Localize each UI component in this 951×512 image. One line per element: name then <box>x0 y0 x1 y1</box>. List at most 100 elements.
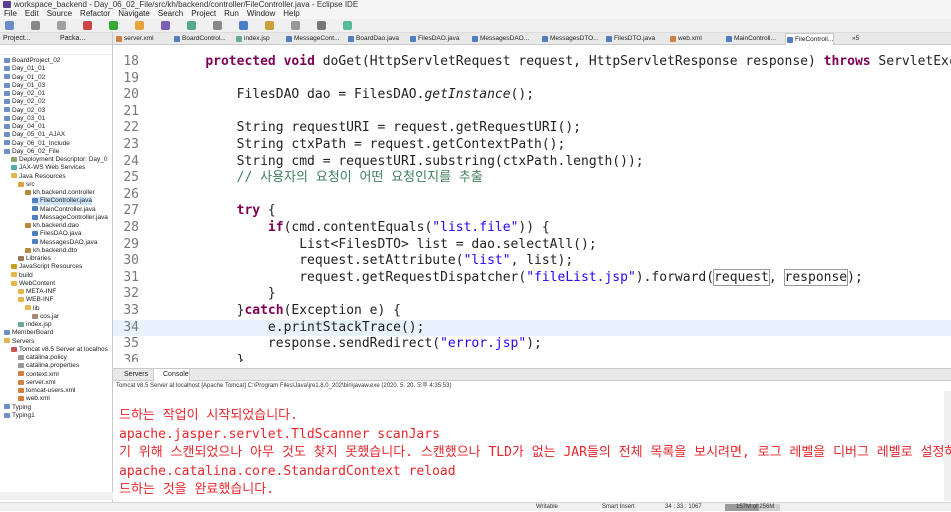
tree-item[interactable]: Day_04_01 <box>4 123 45 131</box>
editor-tab[interactable]: MessagesDTO... <box>541 33 599 45</box>
menu-search[interactable]: Search <box>154 9 187 19</box>
tree-item[interactable]: Day_05_01_AJAX <box>4 131 65 139</box>
toolbar-button[interactable] <box>343 21 352 30</box>
tree-item[interactable]: Deployment Descriptor: Day_0 <box>11 156 108 164</box>
code-line[interactable]: 33 }catch(Exception e) { <box>113 303 951 319</box>
menu-source[interactable]: Source <box>43 9 76 19</box>
code-line[interactable]: 19 <box>113 71 951 87</box>
tree-item[interactable]: build <box>11 272 33 280</box>
editor-tab[interactable]: BoardDao.java <box>347 33 399 45</box>
code-line[interactable]: 27 try { <box>113 203 951 219</box>
tree-item[interactable]: Tomcat v8.5 Server at localhos <box>11 346 108 354</box>
console-output[interactable]: 드하는 작업이 시작되었습니다. apache.jasper.servlet.Tl… <box>113 391 951 501</box>
code-line[interactable]: 31 request.getRequestDispatcher("fileLis… <box>113 268 951 286</box>
menu-edit[interactable]: Edit <box>21 9 43 19</box>
tree-item[interactable]: Day_06_02_File <box>4 148 59 156</box>
tab-console[interactable]: Console <box>153 369 190 381</box>
tree-item[interactable]: Day_02_03 <box>4 107 45 115</box>
menu-run[interactable]: Run <box>220 9 243 19</box>
tree-item[interactable]: Day_01_02 <box>4 74 45 82</box>
editor-tab[interactable]: FilesDTO.java <box>605 33 655 45</box>
tree-item[interactable]: kh.backend.controller <box>25 189 95 197</box>
toolbar-button[interactable] <box>265 21 274 30</box>
code-line[interactable]: 25 // 사용자의 요청이 어떤 요청인지를 추출 <box>113 170 951 186</box>
tree-item[interactable]: cos.jar <box>32 313 59 321</box>
tree-item[interactable]: tomcat-users.xml <box>18 387 75 395</box>
tree-item[interactable]: Typing1 <box>4 412 35 420</box>
toolbar-button[interactable] <box>317 21 326 30</box>
editor-tab[interactable]: MessagesDAO... <box>471 33 529 45</box>
code-line[interactable]: 22 String requestURI = request.getReques… <box>113 120 951 136</box>
editor-tab[interactable]: FileControll... <box>785 33 835 45</box>
tree-item[interactable]: JavaScript Resources <box>11 263 82 271</box>
editor-tab[interactable]: FilesDAO.java <box>409 33 460 45</box>
tree-item[interactable]: WEB-INF <box>18 296 53 304</box>
tree-item[interactable]: src <box>18 181 35 189</box>
code-line[interactable]: 21 <box>113 104 951 120</box>
code-line[interactable]: 20 FilesDAO dao = FilesDAO.getInstance()… <box>113 87 951 103</box>
tree-item[interactable]: server.xml <box>18 379 56 387</box>
tree-item[interactable]: MainController.java <box>32 206 96 214</box>
tree-item[interactable]: catalina.properties <box>18 362 79 370</box>
code-line[interactable]: 34 e.printStackTrace(); <box>113 319 951 336</box>
tree-item[interactable]: META-INF <box>18 288 56 296</box>
tree-item[interactable]: Servers <box>4 338 34 346</box>
tree-item[interactable]: Day_01_03 <box>4 82 45 90</box>
toolbar-button[interactable] <box>57 21 66 30</box>
tree-item[interactable]: Java Resources <box>11 173 66 181</box>
editor-tab[interactable]: server.xml <box>115 33 154 45</box>
toolbar-button[interactable] <box>109 21 118 30</box>
menu-window[interactable]: Window <box>243 9 279 19</box>
tree-item[interactable]: catalina.policy <box>18 354 67 362</box>
tree-item[interactable]: MessageController.java <box>32 214 108 222</box>
code-line[interactable]: 23 String ctxPath = request.getContextPa… <box>113 137 951 153</box>
tree-item[interactable]: MessagesDAO.java <box>32 239 97 247</box>
tab-project-explorer[interactable]: Project... <box>3 33 31 45</box>
code-line[interactable]: 18 protected void doGet(HttpServletReque… <box>113 54 951 70</box>
tree-item[interactable]: Typing <box>4 404 31 412</box>
code-area[interactable]: 18 protected void doGet(HttpServletReque… <box>113 45 951 362</box>
editor-tab[interactable]: web.xml <box>669 33 702 45</box>
tree-item[interactable]: web.xml <box>18 395 50 403</box>
tab-servers[interactable]: Servers <box>115 369 148 381</box>
left-horizontal-scrollbar[interactable] <box>0 492 113 500</box>
tree-item[interactable]: BoardProject_02 <box>4 57 60 65</box>
tree-item[interactable]: Day_02_02 <box>4 98 45 106</box>
toolbar-button[interactable] <box>239 21 248 30</box>
tree-item[interactable]: WebContent <box>11 280 55 288</box>
toolbar-button[interactable] <box>213 21 222 30</box>
menu-help[interactable]: Help <box>279 9 303 19</box>
code-editor[interactable]: 18 protected void doGet(HttpServletReque… <box>113 45 951 362</box>
editor-tab[interactable]: BoardControl... <box>173 33 226 45</box>
menu-navigate[interactable]: Navigate <box>114 9 154 19</box>
tree-item[interactable]: MemberBoard <box>4 329 53 337</box>
tree-item[interactable]: index.jsp <box>18 321 52 329</box>
tree-item[interactable]: kh.backend.dao <box>25 222 79 230</box>
editor-tab[interactable]: MainControll... <box>725 33 776 45</box>
menu-file[interactable]: File <box>0 9 21 19</box>
code-line[interactable]: 29 List<FilesDTO> list = dao.selectAll()… <box>113 237 951 253</box>
tree-item[interactable]: FileController.java <box>32 197 93 206</box>
code-line[interactable]: 35 response.sendRedirect("error.jsp"); <box>113 336 951 352</box>
code-line[interactable]: 24 String cmd = requestURI.substring(ctx… <box>113 154 951 170</box>
code-line[interactable]: 32 } <box>113 286 951 302</box>
toolbar-button[interactable] <box>161 21 170 30</box>
editor-tab[interactable]: MessageCont... <box>285 33 340 45</box>
toolbar-button[interactable] <box>187 21 196 30</box>
tree-item[interactable]: FilesDAO.java <box>32 230 82 238</box>
toolbar-button[interactable] <box>83 21 92 30</box>
tab-package-explorer[interactable]: Packa... <box>60 33 85 45</box>
code-line[interactable]: 30 request.setAttribute("list", list); <box>113 253 951 269</box>
tree-item[interactable]: context.xml <box>18 371 59 379</box>
toolbar-button[interactable] <box>5 21 14 30</box>
toolbar-button[interactable] <box>31 21 40 30</box>
code-line[interactable]: 28 if(cmd.contentEquals("list.file")) { <box>113 220 951 236</box>
code-line[interactable]: 26 <box>113 187 951 203</box>
tree-item[interactable]: Day_06_01_Include <box>4 140 70 148</box>
editor-tab[interactable]: »5 <box>843 33 859 45</box>
tree-item[interactable]: Day_01_01 <box>4 65 45 73</box>
tree-item[interactable]: Day_02_01 <box>4 90 45 98</box>
toolbar-button[interactable] <box>135 21 144 30</box>
tree-item[interactable]: JAX-WS Web Services <box>11 164 85 172</box>
menu-refactor[interactable]: Refactor <box>76 9 114 19</box>
